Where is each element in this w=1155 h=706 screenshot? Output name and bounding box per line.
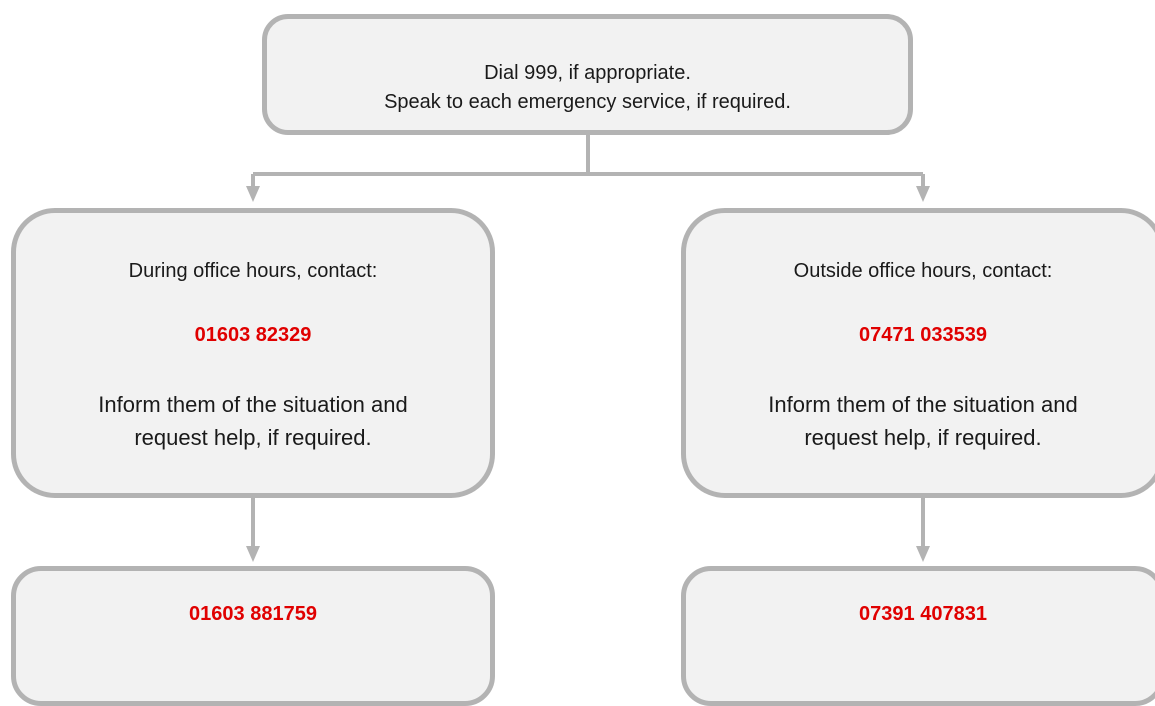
- top-box-line-2: Speak to each emergency service, if requ…: [384, 91, 791, 113]
- office-hours-phone: 01603 82329: [194, 324, 312, 346]
- arrowhead-right-box: [916, 186, 930, 202]
- arrowhead-bottom-right-box: [916, 546, 930, 562]
- outside-hours-phone: 07471 033539: [859, 324, 987, 346]
- office-hours-instruction-line-2: request help, if required.: [134, 425, 372, 450]
- top-box: Dial 999, if appropriate. Speak to each …: [262, 14, 913, 135]
- office-hours-followup-phone: 01603 881759: [189, 603, 317, 625]
- outside-hours-instruction-line-2: request help, if required.: [804, 425, 1042, 450]
- outside-hours-instruction-line-1: Inform them of the situation and: [768, 392, 1078, 417]
- outside-hours-followup-phone: 07391 407831: [859, 603, 987, 625]
- outside-hours-followup-box: 07391 407831: [681, 566, 1155, 706]
- arrowhead-left-box: [246, 186, 260, 202]
- outside-hours-heading: Outside office hours, contact:: [793, 260, 1053, 282]
- top-box-line-1: Dial 999, if appropriate.: [484, 62, 691, 84]
- arrowhead-bottom-left-box: [246, 546, 260, 562]
- outside-hours-box: Outside office hours, contact: 07471 033…: [681, 208, 1155, 498]
- office-hours-followup-box: 01603 881759: [11, 566, 495, 706]
- office-hours-heading: During office hours, contact:: [128, 260, 378, 282]
- office-hours-instruction-line-1: Inform them of the situation and: [98, 392, 408, 417]
- office-hours-box: During office hours, contact: 01603 8232…: [11, 208, 495, 498]
